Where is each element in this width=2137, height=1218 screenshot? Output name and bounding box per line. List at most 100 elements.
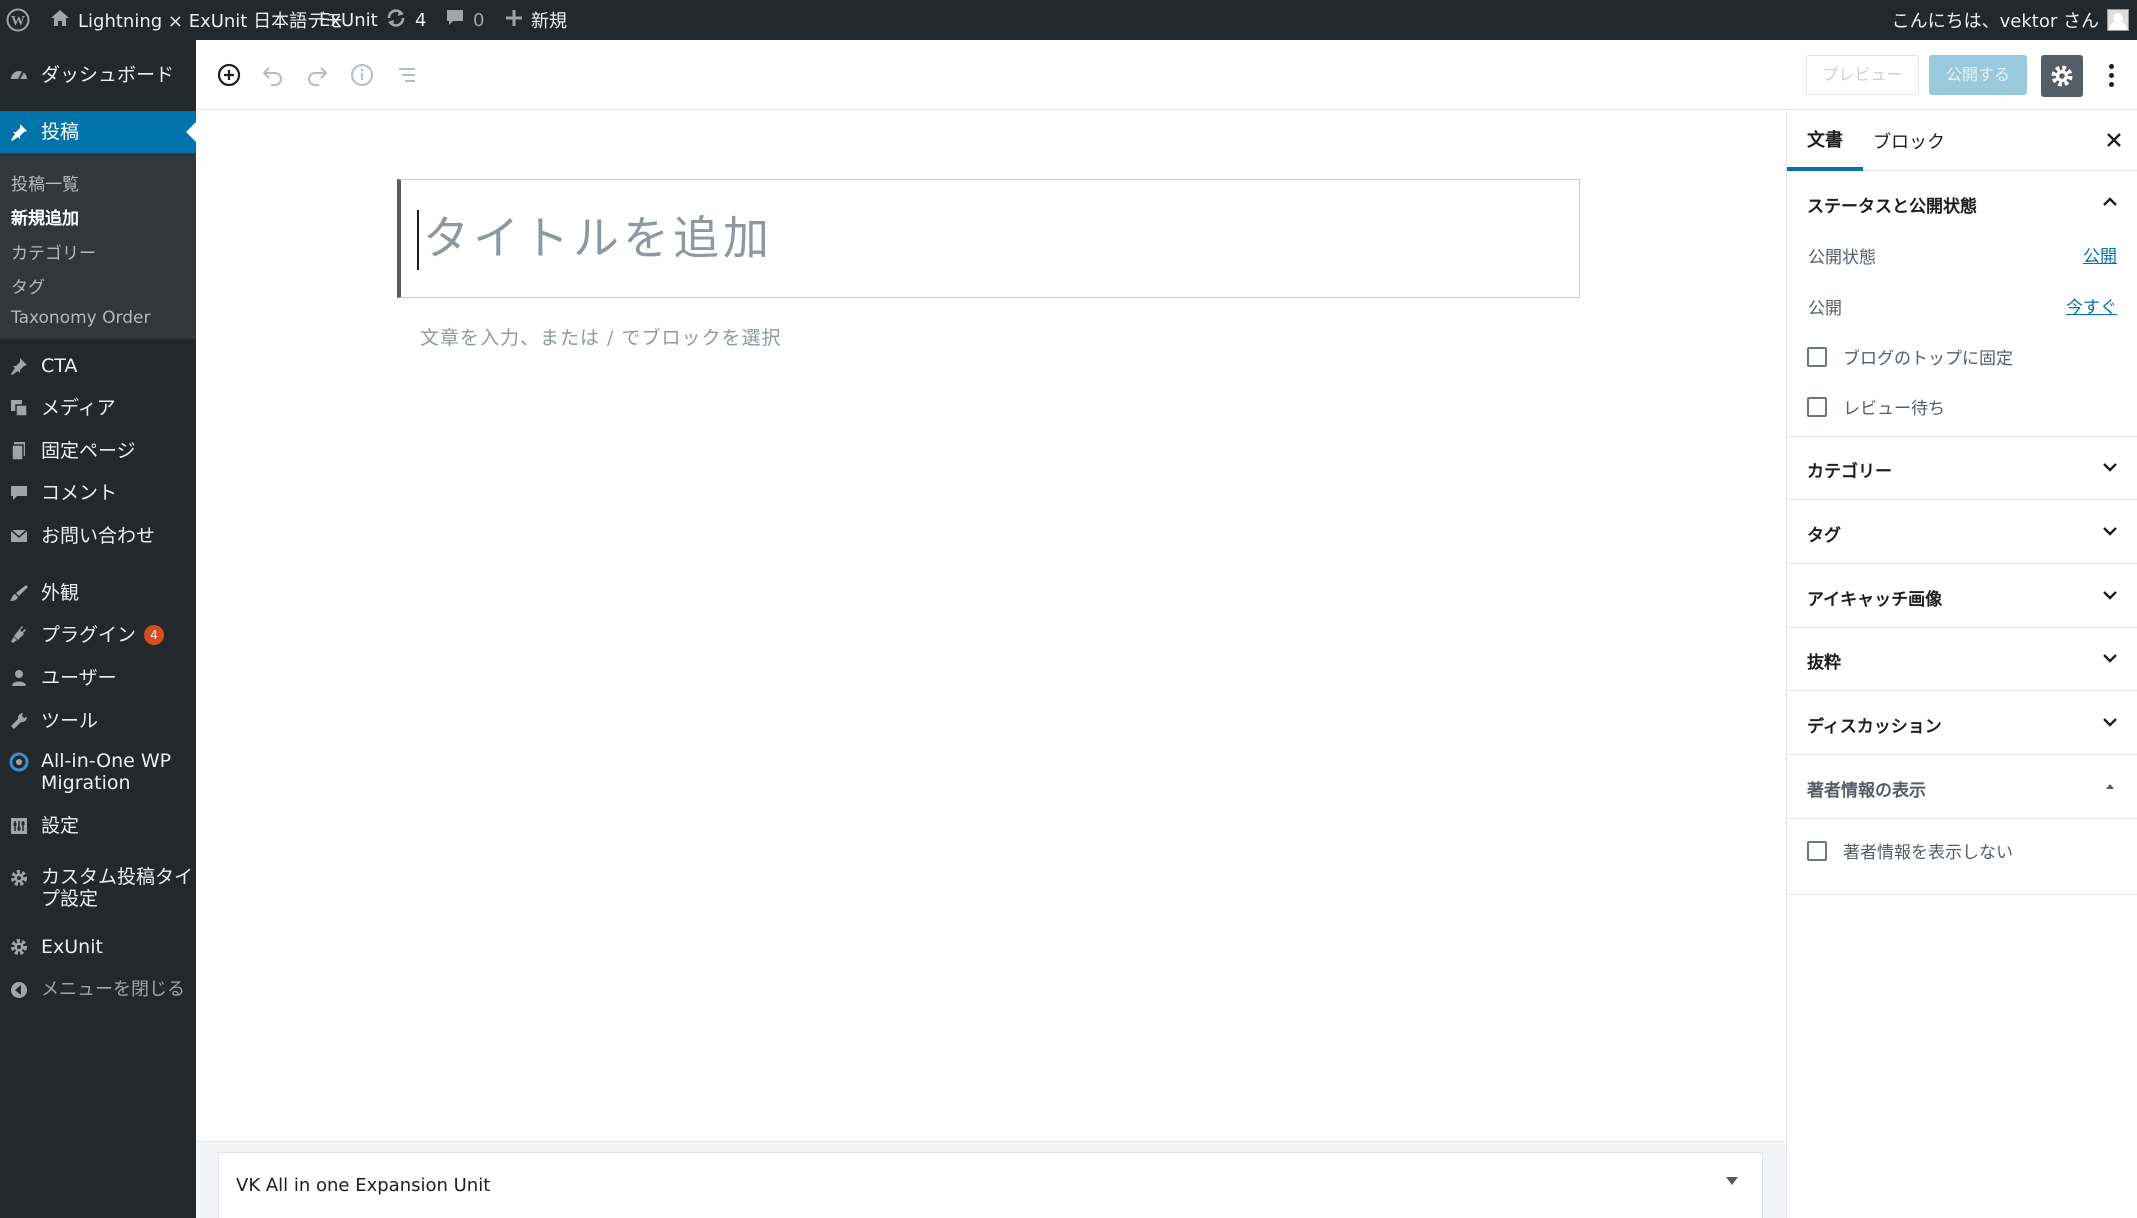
submenu-tags[interactable]: タグ <box>11 273 45 298</box>
publish-date-link[interactable]: 今すぐ <box>2066 293 2117 318</box>
menu-appearance[interactable]: 外観 <box>0 578 196 608</box>
visibility-toggle-link[interactable]: 公開 <box>2083 242 2117 267</box>
settings-sidebar: 文書 ブロック ステータスと公開状態 公開状態 公開 公開 今すぐ ブログのトッ… <box>1786 111 2137 1218</box>
menu-posts[interactable]: 投稿 <box>0 111 196 153</box>
aio-line-2: Migration <box>41 772 131 794</box>
collapse-arrow-icon <box>9 980 29 1000</box>
publish-button[interactable]: 公開する <box>1929 55 2027 95</box>
new-content-link[interactable]: 新規 <box>505 0 567 40</box>
exunit-label: ExUnit <box>319 9 378 31</box>
sidebar-tabs: 文書 ブロック <box>1787 111 2137 171</box>
triangle-up-icon <box>2098 774 2122 798</box>
plugins-text: プラグイン <box>41 624 137 646</box>
menu-collapse-label: メニューを閉じる <box>41 979 185 1000</box>
panel-tags[interactable]: タグ <box>1787 501 2137 564</box>
menu-tools[interactable]: ツール <box>0 706 196 736</box>
panel-tags-title: タグ <box>1807 526 1841 546</box>
triangle-down-icon[interactable] <box>1726 1177 1738 1185</box>
menu-contact-label: お問い合わせ <box>41 525 156 547</box>
hide-author-option[interactable]: 著者情報を表示しない <box>1807 838 2013 863</box>
menu-aio-label: All-in-One WP Migration <box>41 750 171 794</box>
hide-author-checkbox[interactable] <box>1807 840 1827 861</box>
menu-comments-label: コメント <box>41 482 118 504</box>
menu-collapse[interactable]: メニューを閉じる <box>0 975 196 1005</box>
menu-pages[interactable]: 固定ページ <box>0 436 196 466</box>
menu-exunit[interactable]: ExUnit <box>0 932 196 962</box>
more-dot <box>2108 81 2114 87</box>
submenu-taxonomy-order[interactable]: Taxonomy Order <box>11 308 150 328</box>
preview-button[interactable]: プレビュー <box>1806 55 1919 95</box>
panel-author-title: 著者情報の表示 <box>1807 781 1926 801</box>
menu-settings[interactable]: 設定 <box>0 811 196 841</box>
site-name: Lightning × ExUnit 日本語デモ <box>78 11 344 32</box>
metabox-area: VK All in one Expansion Unit <box>196 1141 1785 1218</box>
my-account-link[interactable]: こんにちは、vektor さん <box>1892 0 2129 40</box>
menu-media[interactable]: メディア <box>0 393 196 423</box>
panel-status-title: ステータスと公開状態 <box>1807 197 1977 217</box>
panel-discussion[interactable]: ディスカッション <box>1787 692 2137 755</box>
menu-posts-label: 投稿 <box>41 121 80 143</box>
publish-date-label: 公開 <box>1808 299 1842 319</box>
undo-button[interactable] <box>258 60 288 90</box>
site-name-link[interactable]: Lightning × ExUnit 日本語デモ <box>50 0 343 40</box>
post-title-input[interactable]: タイトルを追加 <box>397 179 1580 298</box>
panel-excerpt[interactable]: 抜粋 <box>1787 628 2137 691</box>
list-icon <box>399 68 415 82</box>
pending-review-checkbox[interactable] <box>1807 396 1827 417</box>
info-icon <box>351 64 373 86</box>
menu-cta[interactable]: CTA <box>0 351 196 381</box>
redo-button[interactable] <box>302 60 332 90</box>
info-button[interactable] <box>347 60 377 90</box>
menu-dashboard[interactable]: ダッシュボード <box>0 60 196 90</box>
comments-link[interactable]: 0 <box>445 0 484 40</box>
admin-bar: W Lightning × ExUnit 日本語デモ ExUnit 4 0 新規… <box>0 0 2137 40</box>
exunit-metabox[interactable]: VK All in one Expansion Unit <box>218 1152 1763 1218</box>
submenu-all-posts[interactable]: 投稿一覧 <box>11 170 79 195</box>
more-options-button[interactable] <box>2096 58 2126 92</box>
stick-to-top-checkbox[interactable] <box>1807 346 1827 367</box>
menu-pages-label: 固定ページ <box>41 440 136 462</box>
menu-tools-label: ツール <box>41 710 99 732</box>
panel-categories[interactable]: カテゴリー <box>1787 437 2137 500</box>
menu-comments[interactable]: コメント <box>0 478 196 508</box>
panel-featured-image[interactable]: アイキャッチ画像 <box>1787 565 2137 628</box>
block-appender-placeholder[interactable]: 文章を入力、または / でブロックを選択 <box>420 323 781 350</box>
plus-circle-icon <box>217 63 241 87</box>
submenu-add-new[interactable]: 新規追加 <box>11 204 79 229</box>
pushpin-icon <box>9 356 29 376</box>
pending-review-label: レビュー待ち <box>1843 399 1945 419</box>
block-navigation-button[interactable] <box>392 60 422 90</box>
menu-custom-post-type[interactable]: カスタム投稿タイ プ設定 <box>0 866 196 912</box>
stick-to-top-label: ブログのトップに固定 <box>1843 349 2013 369</box>
menu-all-in-one-migration[interactable]: All-in-One WP Migration <box>0 750 196 796</box>
settings-toggle-button[interactable] <box>2041 55 2083 97</box>
panel-status-visibility[interactable]: ステータスと公開状態 <box>1787 172 2137 235</box>
visibility-label: 公開状態 <box>1808 248 1876 268</box>
stick-to-top-option[interactable]: ブログのトップに固定 <box>1807 344 2013 369</box>
avatar <box>2107 9 2129 31</box>
comments-count: 0 <box>473 9 485 31</box>
metabox-title: VK All in one Expansion Unit <box>236 1175 491 1196</box>
greeting: こんにちは、vektor さん <box>1891 11 2099 32</box>
submenu-categories[interactable]: カテゴリー <box>11 239 96 264</box>
close-sidebar-button[interactable] <box>2102 128 2126 152</box>
pending-review-option[interactable]: レビュー待ち <box>1807 394 1945 419</box>
tab-block[interactable]: ブロック <box>1853 111 1965 171</box>
menu-dashboard-label: ダッシュボード <box>41 64 175 86</box>
exunit-link[interactable]: ExUnit <box>319 0 378 40</box>
pushpin-icon <box>9 122 29 142</box>
admin-menu: ダッシュボード 投稿 投稿一覧 新規追加 カテゴリー タグ Taxonomy O… <box>0 40 196 1218</box>
wordpress-logo-icon[interactable]: W <box>6 0 30 40</box>
chevron-down-icon <box>2098 710 2122 734</box>
gear-icon <box>2051 65 2073 87</box>
updates-count: 4 <box>415 9 427 31</box>
menu-plugins[interactable]: プラグイン 4 <box>0 620 196 650</box>
dashboard-icon <box>9 65 29 85</box>
menu-users[interactable]: ユーザー <box>0 663 196 693</box>
menu-contact[interactable]: お問い合わせ <box>0 521 196 551</box>
updates-link[interactable]: 4 <box>385 0 426 40</box>
panel-author-info[interactable]: 著者情報の表示 <box>1787 756 2137 819</box>
tab-document[interactable]: 文書 <box>1787 111 1863 171</box>
menu-users-label: ユーザー <box>41 667 117 689</box>
add-block-button[interactable] <box>214 60 244 90</box>
